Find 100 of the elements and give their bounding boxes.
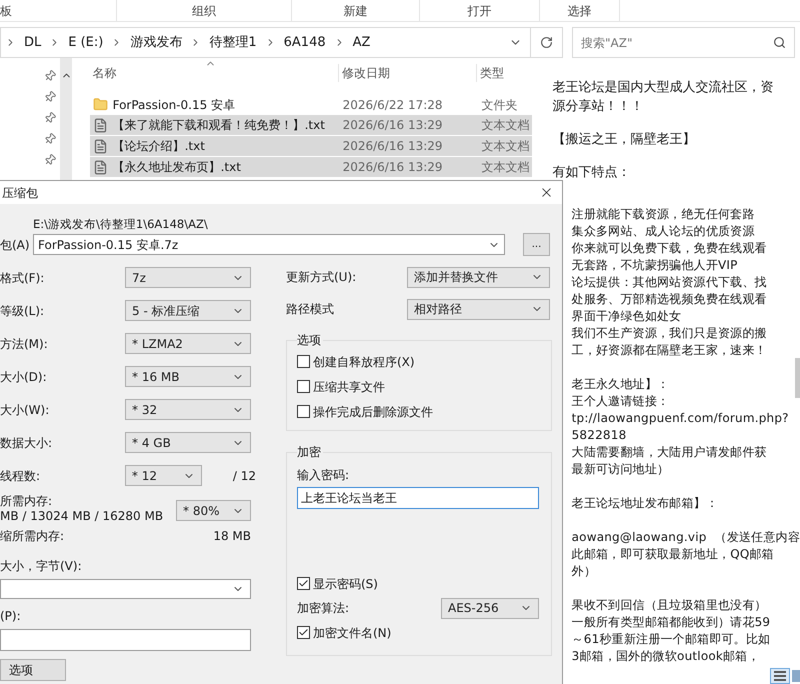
file-name: 【永久地址发布页】.txt: [112, 159, 241, 176]
address-bar[interactable]: DL E (E:) 游戏发布 待整理1 6A148 AZ: [0, 27, 563, 58]
file-row[interactable]: 【永久地址发布页】.txt 2026/6/16 13:29 文本文档: [90, 157, 532, 178]
preview-text-line: 老王论坛是国内大型成人交流社区，资: [552, 79, 774, 97]
file-type: 文本文档: [480, 117, 530, 134]
preview-text-line: 5822818: [572, 427, 626, 444]
text-file-icon: [92, 138, 108, 154]
view-toggle-icon[interactable]: [770, 668, 790, 684]
setting-label: 缩所需内存:: [0, 528, 64, 545]
text-file-icon: [92, 118, 108, 132]
column-header[interactable]: 类型: [480, 66, 504, 80]
setting-label: 大小(D):: [0, 368, 48, 386]
checkbox[interactable]: [297, 626, 310, 639]
checkbox-label: 加密文件名(N): [313, 624, 392, 642]
dropdown[interactable]: 添加并替换文件: [407, 266, 550, 288]
file-name: 【论坛介绍】.txt: [112, 138, 205, 155]
preview-text-line: 源分享站！！！: [552, 98, 644, 116]
dialog-title: 压缩包: [1, 184, 38, 202]
setting-label: 大小，字节(V):: [0, 558, 82, 575]
setting-label: 更新方式(U):: [286, 269, 358, 286]
column-header[interactable]: 修改日期: [342, 66, 390, 80]
breadcrumb[interactable]: E (E:): [64, 32, 108, 52]
preview-text-line: 王个人邀请链接：: [572, 393, 670, 410]
preview-text-line: 果收不到回信（且垃圾箱里也没有）: [572, 597, 767, 614]
field-label: 包(A): [0, 238, 30, 252]
refresh-icon[interactable]: [540, 36, 553, 49]
column-header[interactable]: 名称: [92, 66, 117, 80]
dropdown[interactable]: 相对路径: [407, 298, 550, 320]
ribbon-group-label: 新建: [344, 4, 368, 18]
preview-text-line: 集众多网站、成人论坛的优质资源: [572, 223, 755, 240]
dropdown[interactable]: 7z: [125, 267, 251, 288]
file-type: 文本文档: [480, 138, 530, 155]
file-date: 2026/6/16 13:29: [342, 159, 444, 176]
dropdown[interactable]: * LZMA2: [125, 333, 251, 354]
dropdown[interactable]: * 16 MB: [125, 366, 251, 387]
field-label: 加密算法:: [297, 600, 350, 617]
ribbon-group-label: 选择: [568, 4, 592, 18]
breadcrumb[interactable]: DL: [20, 32, 46, 52]
breadcrumb[interactable]: 游戏发布: [126, 32, 186, 52]
preview-text-line: 无套路，不坑蒙拐骗他人开VIP: [572, 257, 738, 274]
dropdown[interactable]: 5 - 标准压缩: [125, 300, 251, 321]
dropdown[interactable]: * 4 GB: [125, 432, 251, 453]
preview-text-line: 论坛提供：其他网站资源代下载、找: [572, 274, 767, 291]
setting-label: 所需内存:: [0, 494, 52, 509]
search-icon: [773, 36, 786, 49]
checkbox-label: 显示密码(S): [313, 576, 378, 592]
archive-name-field[interactable]: ForPassion-0.15 安卓.7z: [33, 234, 505, 255]
checkbox-label: 压缩共享文件: [313, 378, 385, 396]
checkbox[interactable]: [297, 405, 310, 418]
dropdown[interactable]: * 80%: [176, 500, 251, 521]
checkbox[interactable]: [297, 577, 310, 590]
checkbox[interactable]: [297, 355, 310, 368]
file-name: 【来了就能下载和观看！纯免费！】.txt: [112, 117, 325, 134]
folder-path: E:\游戏发布\待整理1\6A148\AZ\: [33, 217, 209, 233]
breadcrumb[interactable]: AZ: [348, 32, 374, 52]
preview-text-line: aowang@laowang.vip （发送任意内容: [572, 529, 800, 546]
setting-label: 格式(F):: [0, 270, 46, 286]
dropdown[interactable]: * 32: [125, 399, 251, 420]
setting-label: 大小(W):: [0, 402, 50, 418]
options-button[interactable]: 选项: [0, 659, 66, 681]
memory-value: 18 MB: [213, 528, 251, 545]
file-date: 2026/6/22 17:28: [342, 96, 444, 114]
preview-text-line: 一般所有类型邮箱都能收到）请花59: [572, 614, 770, 631]
preview-text-line: ～61秒重新注册一个邮箱即可。比如: [572, 631, 770, 648]
preview-text-line: 界面干净绿色如处女: [572, 308, 682, 325]
dropdown[interactable]: AES-256: [441, 598, 539, 618]
browse-button[interactable]: ...: [523, 233, 550, 256]
ribbon-group-label: 板: [0, 4, 12, 18]
preview-text-line: 我们不生产资源，我们只是资源的搬: [572, 325, 767, 342]
preview-text-line: 大陆需要翻墙，大陆用户请发邮件获: [572, 444, 767, 461]
preview-text-line: 你来就可以免费下载，免费在线观看: [572, 240, 767, 257]
password-field[interactable]: 上老王论坛当老王: [297, 487, 539, 509]
preview-text-line: 3邮箱，国外的微软outlook邮箱，: [572, 648, 760, 665]
memory-usage: MB / 13024 MB / 16280 MB: [0, 509, 164, 524]
file-row[interactable]: 【来了就能下载和观看！纯免费！】.txt 2026/6/16 13:29 文本文档: [90, 115, 532, 136]
group-title: 加密: [297, 444, 322, 461]
preview-text-line: 【搬运之王，隔壁老王】: [552, 131, 696, 149]
setting-label: 线程数:: [0, 468, 42, 484]
setting-label: 路径模式: [286, 301, 335, 318]
file-row[interactable]: 【论坛介绍】.txt 2026/6/16 13:29 文本文档: [90, 136, 532, 157]
file-name: ForPassion-0.15 安卓: [112, 96, 236, 114]
setting-label: 数据大小:: [0, 434, 54, 452]
preview-text-line: 老王永久地址】：: [572, 376, 670, 393]
parameters-field[interactable]: [0, 629, 251, 651]
preview-text-line: 处服务、万部精选视频免费在线观看: [572, 291, 767, 308]
breadcrumb[interactable]: 6A148: [280, 32, 330, 52]
setting-label: 等级(L):: [0, 302, 46, 320]
dropdown[interactable]: * 12: [124, 465, 202, 486]
preview-text-line: 老王论坛地址发布邮箱】：: [572, 495, 718, 512]
file-row[interactable]: ForPassion-0.15 安卓 2026/6/22 17:28 文件夹: [90, 94, 532, 115]
setting-label: (P):: [0, 608, 21, 625]
breadcrumb[interactable]: 待整理1: [205, 32, 261, 52]
checkbox-label: 创建自释放程序(X): [313, 354, 415, 370]
preview-text-line: 最新可访问地址）: [572, 461, 670, 478]
split-size-dropdown[interactable]: [0, 579, 251, 599]
checkbox[interactable]: [297, 380, 310, 393]
checkbox-label: 操作完成后删除源文件: [313, 404, 433, 420]
file-date: 2026/6/16 13:29: [342, 138, 444, 155]
file-type: 文件夹: [480, 96, 518, 114]
search-field[interactable]: 搜索"AZ": [572, 27, 795, 58]
